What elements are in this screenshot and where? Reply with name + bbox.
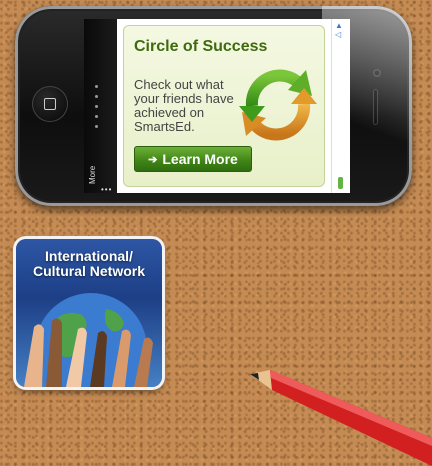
international-cultural-network-tile[interactable]: International/ Cultural Network [16,239,162,387]
scrollbar[interactable] [338,177,343,189]
ad-body-text: Check out what your friends have achieve… [134,77,234,134]
app-side-strip: More ••• [84,19,117,194]
learn-more-label: Learn More [162,151,238,167]
ad-side-rail: ▲ ◁ [331,19,350,193]
camera-icon [373,69,381,77]
speaker-grille [373,89,378,125]
refresh-cycle-icon [239,69,317,141]
arrow-right-icon: ➔ [148,153,158,166]
more-label[interactable]: More [88,166,97,184]
learn-more-button[interactable]: ➔ Learn More [134,146,252,172]
ad-title: Circle of Success [134,38,268,55]
more-dots-icon[interactable]: ••• [101,185,112,194]
ad-banner[interactable]: Circle of Success Check out what your fr… [117,19,331,193]
tile-title: International/ Cultural Network [32,248,145,279]
hands-globe-image [24,293,153,387]
ad-card[interactable]: Circle of Success Check out what your fr… [123,25,325,187]
ad-info-icon[interactable]: ▲ ◁ [335,21,343,39]
home-button[interactable] [32,86,68,122]
pencil-icon [250,370,432,466]
